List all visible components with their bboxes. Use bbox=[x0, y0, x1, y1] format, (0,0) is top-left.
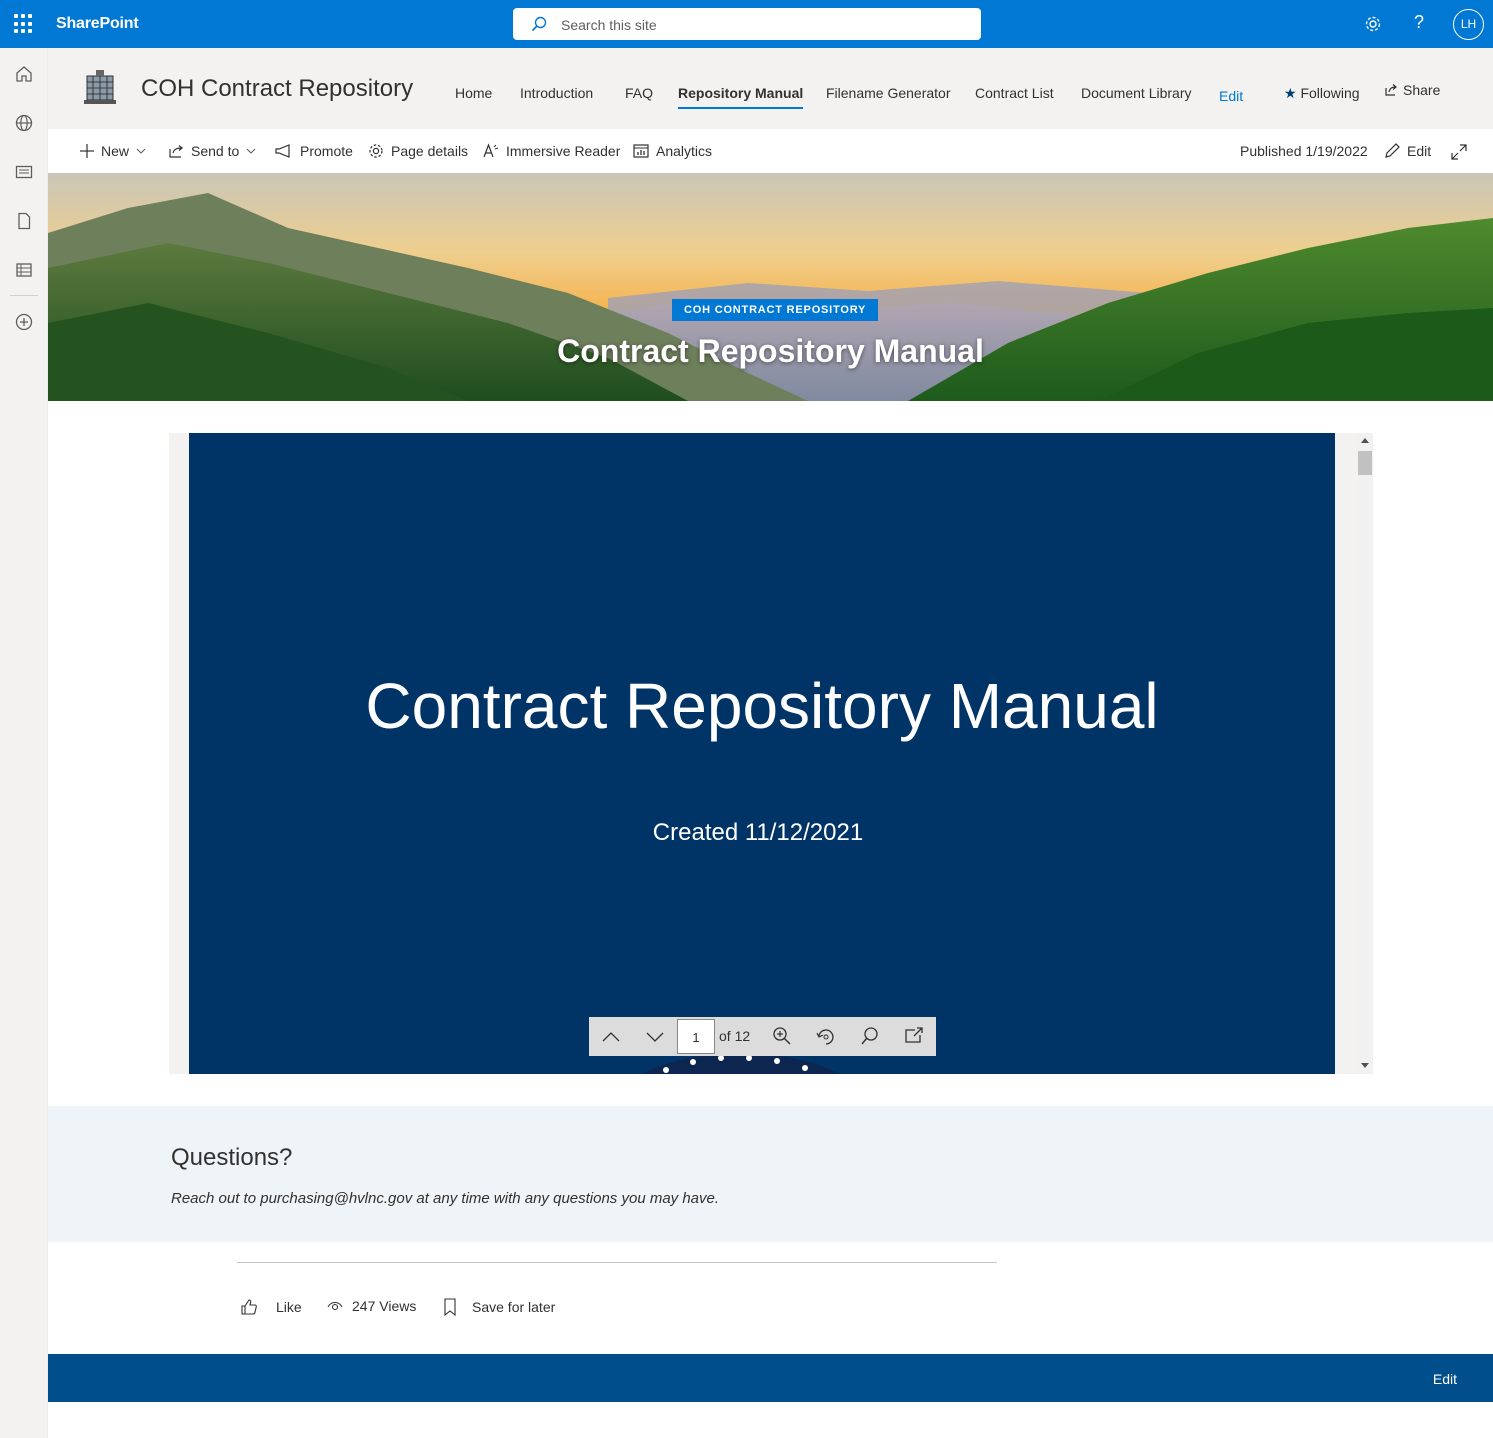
document-viewer[interactable]: Contract Repository Manual Created 11/12… bbox=[169, 433, 1373, 1074]
questions-section: Questions? Reach out to purchasing@hvlnc… bbox=[48, 1106, 1493, 1242]
help-icon[interactable]: ? bbox=[1414, 12, 1424, 33]
share-icon bbox=[169, 145, 183, 158]
page-count: of 12 bbox=[719, 1028, 751, 1044]
send-to-label: Send to bbox=[191, 143, 240, 159]
scroll-up-arrow[interactable] bbox=[1361, 438, 1369, 443]
next-page-icon[interactable] bbox=[644, 1026, 666, 1048]
immersive-reader-label: Immersive Reader bbox=[506, 143, 621, 159]
star-icon: ★ bbox=[1284, 85, 1297, 101]
save-for-later-label: Save for later bbox=[472, 1299, 556, 1315]
nav-home[interactable]: Home bbox=[455, 85, 492, 101]
site-title[interactable]: COH Contract Repository bbox=[141, 75, 413, 103]
app-bar bbox=[0, 48, 48, 1438]
analytics-label: Analytics bbox=[656, 143, 713, 159]
nav-faq[interactable]: FAQ bbox=[625, 85, 653, 101]
share-label: Share bbox=[1403, 82, 1441, 98]
gear-icon[interactable] bbox=[1364, 15, 1382, 33]
views-count: 247 Views bbox=[327, 1298, 416, 1314]
following-label: Following bbox=[1300, 85, 1360, 101]
document-title: Contract Repository Manual bbox=[365, 670, 1159, 742]
questions-text: Reach out to purchasing@hvlnc.gov at any… bbox=[171, 1190, 720, 1207]
city-seal-image: HE bbox=[641, 1053, 841, 1074]
views-label: 247 Views bbox=[352, 1298, 417, 1314]
immersive-reader-icon bbox=[483, 143, 499, 158]
page-details-label: Page details bbox=[391, 143, 469, 159]
chevron-down-icon bbox=[136, 148, 146, 154]
news-icon[interactable] bbox=[14, 162, 34, 182]
command-bar: New Send to Promote Page details Immersi… bbox=[48, 129, 1493, 173]
nav-edit-link[interactable]: Edit bbox=[1219, 88, 1243, 104]
chevron-down-icon bbox=[246, 148, 256, 154]
hero-banner: COH CONTRACT REPOSITORY Contract Reposit… bbox=[48, 173, 1493, 401]
published-status: Published 1/19/2022 bbox=[1240, 143, 1368, 159]
sharepoint-brand[interactable]: SharePoint bbox=[56, 15, 139, 33]
scroll-down-arrow[interactable] bbox=[1361, 1063, 1369, 1068]
questions-heading: Questions? bbox=[171, 1144, 293, 1171]
create-icon[interactable] bbox=[14, 312, 34, 332]
promote-label: Promote bbox=[300, 143, 353, 159]
footer-edit-link[interactable]: Edit bbox=[1433, 1371, 1457, 1387]
edit-page-button[interactable]: Edit bbox=[1384, 143, 1431, 159]
analytics-icon bbox=[633, 144, 649, 158]
page-number-input[interactable]: 1 bbox=[677, 1019, 715, 1054]
scrollbar-thumb[interactable] bbox=[1358, 451, 1372, 475]
immersive-reader-button[interactable]: Immersive Reader bbox=[483, 143, 620, 159]
document-page: Contract Repository Manual Created 11/12… bbox=[189, 433, 1335, 1074]
suite-bar: SharePoint Search this site ? LH bbox=[0, 0, 1493, 48]
following-button[interactable]: ★ Following bbox=[1284, 85, 1360, 102]
eye-icon bbox=[327, 1301, 343, 1311]
megaphone-icon bbox=[275, 144, 290, 158]
rotate-icon[interactable] bbox=[815, 1026, 837, 1048]
share-button[interactable]: Share bbox=[1384, 82, 1440, 98]
edit-label: Edit bbox=[1407, 143, 1432, 159]
search-icon[interactable] bbox=[859, 1025, 881, 1047]
like-label: Like bbox=[276, 1299, 302, 1315]
zoom-in-icon[interactable] bbox=[771, 1025, 793, 1047]
gear-icon bbox=[369, 144, 383, 158]
share-icon bbox=[1385, 84, 1397, 96]
like-icon bbox=[241, 1299, 257, 1315]
new-button[interactable]: New bbox=[80, 143, 146, 159]
plus-icon bbox=[80, 144, 94, 158]
home-icon[interactable] bbox=[14, 64, 34, 84]
site-footer: Edit bbox=[48, 1354, 1493, 1402]
list-icon[interactable] bbox=[14, 260, 34, 280]
document-created-date: Created 11/12/2021 bbox=[652, 819, 864, 846]
search-input[interactable]: Search this site bbox=[561, 17, 657, 33]
pencil-icon bbox=[1385, 143, 1400, 158]
pdf-toolbar: 1 of 12 bbox=[589, 1017, 936, 1056]
vertical-scrollbar[interactable] bbox=[1357, 433, 1373, 1074]
like-button[interactable]: Like bbox=[240, 1298, 302, 1316]
page-title: Contract Repository Manual bbox=[557, 333, 984, 369]
nav-introduction[interactable]: Introduction bbox=[520, 85, 593, 101]
save-for-later-button[interactable]: Save for later bbox=[443, 1298, 555, 1316]
app-launcher-icon[interactable] bbox=[14, 14, 34, 34]
send-to-button[interactable]: Send to bbox=[168, 143, 256, 159]
nav-document-library[interactable]: Document Library bbox=[1081, 85, 1192, 101]
site-logo[interactable] bbox=[84, 70, 116, 108]
page-details-button[interactable]: Page details bbox=[368, 143, 468, 159]
search-box[interactable]: Search this site bbox=[513, 8, 981, 40]
avatar[interactable]: LH bbox=[1453, 9, 1484, 40]
hero-site-tag[interactable]: COH CONTRACT REPOSITORY bbox=[672, 299, 879, 321]
promote-button[interactable]: Promote bbox=[275, 143, 353, 159]
nav-contract-list[interactable]: Contract List bbox=[975, 85, 1054, 101]
globe-icon[interactable] bbox=[14, 113, 34, 133]
site-header: COH Contract Repository Home Introductio… bbox=[48, 48, 1493, 129]
previous-page-icon[interactable] bbox=[600, 1026, 622, 1048]
new-label: New bbox=[101, 143, 130, 159]
search-icon bbox=[531, 16, 547, 32]
rail-divider bbox=[10, 295, 38, 296]
expand-icon[interactable] bbox=[1451, 144, 1467, 160]
divider bbox=[237, 1262, 997, 1263]
open-in-new-window-icon[interactable] bbox=[903, 1025, 925, 1047]
nav-repository-manual[interactable]: Repository Manual bbox=[678, 85, 804, 109]
nav-filename-generator[interactable]: Filename Generator bbox=[826, 85, 951, 101]
bookmark-icon bbox=[444, 1298, 456, 1316]
analytics-button[interactable]: Analytics bbox=[633, 143, 712, 159]
file-icon[interactable] bbox=[14, 211, 34, 231]
